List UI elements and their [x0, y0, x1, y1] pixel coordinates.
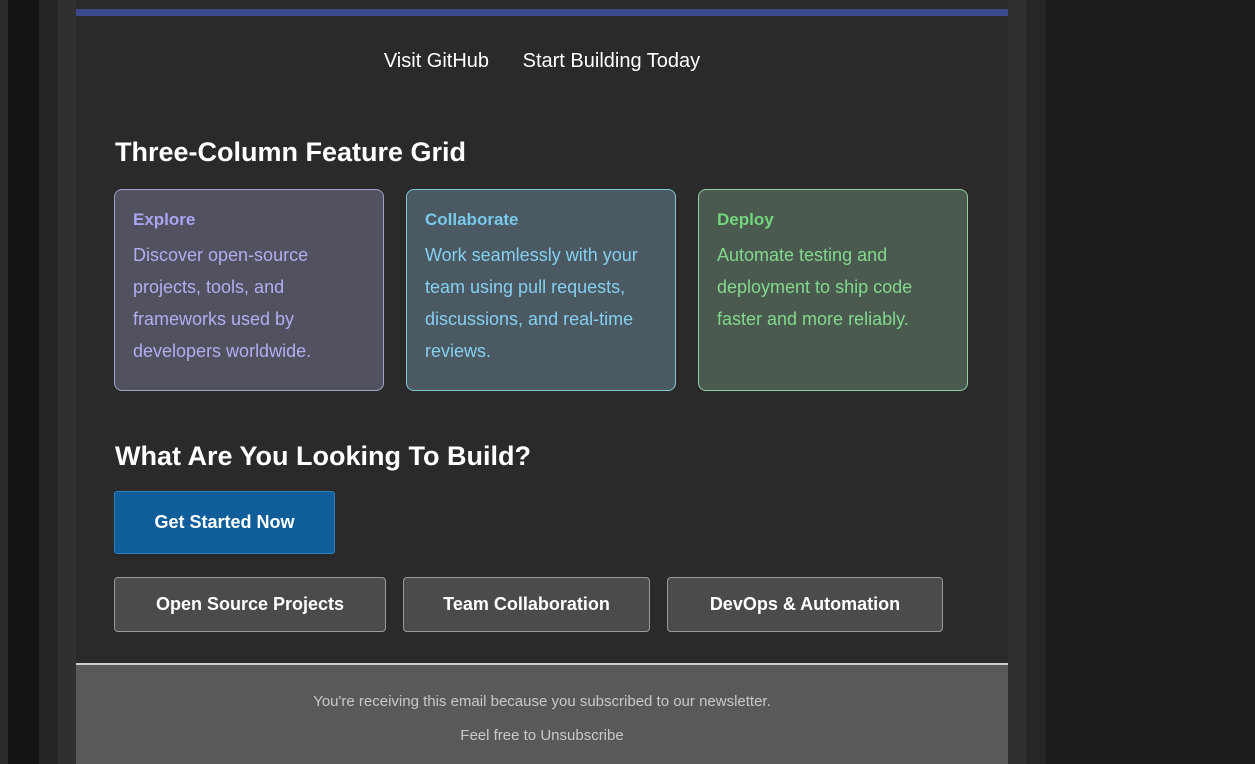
page: Visit GitHub Start Building Today Three-…	[0, 0, 1255, 764]
left-pane-edge	[0, 0, 8, 764]
feature-card-collaborate: Collaborate Work seamlessly with your te…	[406, 189, 676, 391]
left-pane-border	[39, 0, 58, 764]
visit-github-link[interactable]: Visit GitHub	[384, 50, 489, 72]
start-building-link[interactable]: Start Building Today	[523, 50, 701, 72]
email-body: Visit GitHub Start Building Today Three-…	[76, 0, 1008, 764]
feature-grid-heading: Three-Column Feature Grid	[115, 137, 467, 167]
feature-card-title: Explore	[133, 210, 196, 229]
right-pane	[1046, 0, 1255, 764]
unsubscribe-line: Feel free to Unsubscribe	[76, 727, 1008, 744]
email-frame-right	[1008, 0, 1026, 764]
left-pane	[8, 0, 39, 764]
accent-bar	[76, 9, 1008, 16]
feature-card-body: Automate testing and deployment to ship …	[717, 245, 913, 329]
feature-card-explore: Explore Discover open-source projects, t…	[114, 189, 384, 391]
get-started-button[interactable]: Get Started Now	[114, 491, 335, 554]
feature-card-body: Discover open-source projects, tools, an…	[133, 245, 312, 361]
build-heading: What Are You Looking To Build?	[115, 441, 531, 471]
unsubscribe-prefix: Feel free to	[460, 727, 541, 744]
email-frame-left	[58, 0, 76, 764]
unsubscribe-link[interactable]: Unsubscribe	[540, 727, 623, 744]
email-footer: You're receiving this email because you …	[76, 663, 1008, 764]
team-collaboration-button[interactable]: Team Collaboration	[403, 577, 650, 632]
feature-card-deploy: Deploy Automate testing and deployment t…	[698, 189, 968, 391]
top-links: Visit GitHub Start Building Today	[76, 50, 1008, 73]
right-pane-border	[1026, 0, 1046, 764]
open-source-projects-button[interactable]: Open Source Projects	[114, 577, 386, 632]
feature-card-body: Work seamlessly with your team using pul…	[425, 245, 638, 361]
feature-grid: Explore Discover open-source projects, t…	[114, 189, 972, 393]
feature-card-title: Collaborate	[425, 210, 519, 229]
devops-automation-button[interactable]: DevOps & Automation	[667, 577, 943, 632]
feature-card-title: Deploy	[717, 210, 774, 229]
subscription-notice: You're receiving this email because you …	[313, 693, 771, 710]
